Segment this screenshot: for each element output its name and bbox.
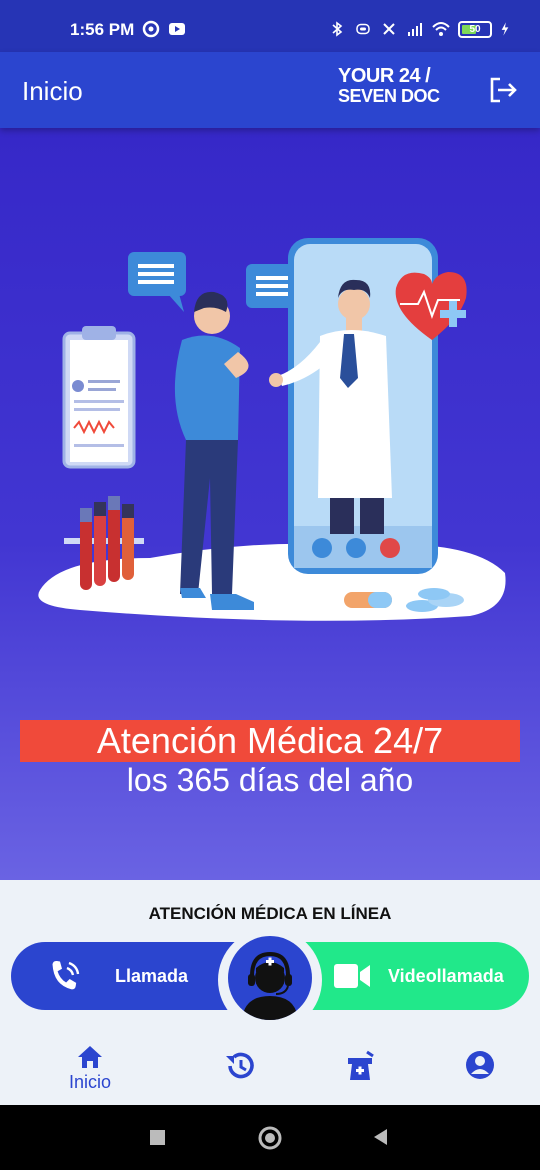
tab-home-label: Inicio bbox=[68, 1072, 112, 1092]
charging-icon bbox=[501, 22, 509, 36]
video-camera-icon bbox=[334, 964, 370, 988]
status-right-icons: 50 bbox=[328, 20, 510, 38]
bluetooth-icon bbox=[332, 21, 343, 37]
status-time: 1:56 PM bbox=[70, 20, 135, 39]
system-nav-bar bbox=[0, 1105, 540, 1170]
tab-home[interactable]: Inicio bbox=[50, 1040, 130, 1100]
bottom-tab-bar: Inicio bbox=[0, 1040, 540, 1105]
recents-icon[interactable] bbox=[149, 1125, 167, 1149]
app-bar: Inicio YOUR 24 / SEVEN DOC bbox=[0, 52, 540, 128]
youtube-icon bbox=[169, 23, 185, 35]
clipboard-illustration bbox=[62, 326, 136, 469]
call-button[interactable]: Llamada bbox=[11, 942, 239, 1010]
hero-banner: Atención Médica 24/7 bbox=[20, 720, 520, 762]
call-button-label: Llamada bbox=[115, 966, 189, 986]
logo-line-1: YOUR 24 / bbox=[338, 65, 431, 87]
status-bar: 1:56 PM 50 bbox=[0, 0, 540, 52]
home-icon bbox=[78, 1046, 102, 1068]
battery-icon: 50 bbox=[458, 20, 492, 38]
videocall-button[interactable]: Videollamada bbox=[302, 942, 529, 1010]
back-icon[interactable] bbox=[370, 1125, 390, 1149]
battery-level: 50 bbox=[469, 23, 481, 35]
mute-alarm-icon bbox=[383, 23, 395, 35]
phone-call-icon bbox=[52, 960, 80, 990]
brand-logo: YOUR 24 / SEVEN DOC bbox=[338, 66, 440, 106]
videocall-button-label: Videollamada bbox=[388, 966, 504, 986]
hero-subtitle: los 365 días del año bbox=[126, 762, 414, 798]
online-care-panel: ATENCIÓN MÉDICA EN LÍNEA Llamada Videoll… bbox=[0, 880, 540, 1105]
tab-history[interactable] bbox=[200, 1040, 280, 1100]
tab-pharmacy[interactable] bbox=[320, 1040, 400, 1100]
vibrate-icon bbox=[356, 23, 370, 35]
logout-icon[interactable] bbox=[488, 76, 518, 104]
history-icon bbox=[226, 1052, 254, 1079]
telemedicine-illustration bbox=[38, 238, 506, 621]
status-left-icons bbox=[142, 20, 186, 38]
home-nav-icon[interactable] bbox=[257, 1125, 283, 1151]
notification-icon bbox=[142, 20, 160, 38]
wifi-icon bbox=[432, 22, 450, 36]
page-title: Inicio bbox=[22, 76, 83, 106]
doctor-headset-icon bbox=[242, 951, 298, 1020]
online-care-heading: ATENCIÓN MÉDICA EN LÍNEA bbox=[148, 904, 392, 923]
doctor-avatar[interactable] bbox=[228, 936, 312, 1020]
tab-profile[interactable] bbox=[440, 1040, 520, 1100]
profile-icon bbox=[466, 1051, 494, 1079]
hero-section: Atención Médica 24/7 los 365 días del añ… bbox=[0, 128, 540, 880]
signal-icon bbox=[408, 23, 422, 36]
pharmacy-icon bbox=[348, 1050, 374, 1080]
logo-line-2: SEVEN DOC bbox=[338, 86, 440, 106]
